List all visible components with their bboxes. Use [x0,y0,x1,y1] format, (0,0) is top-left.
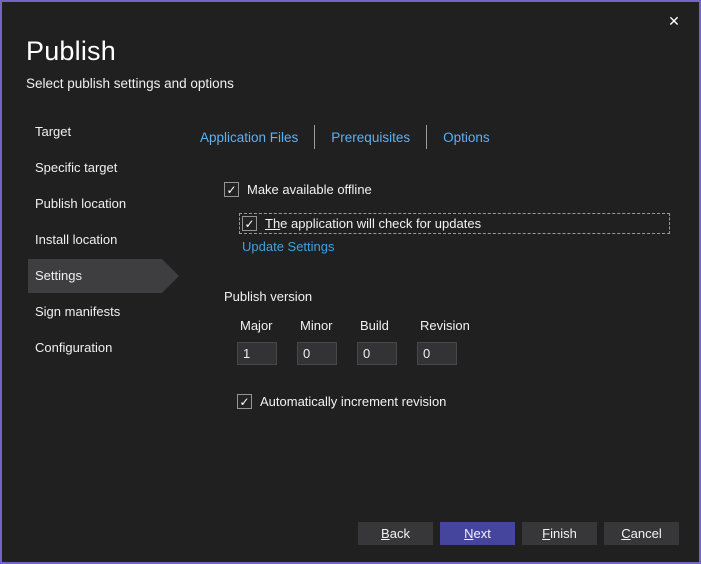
sidebar-item-label: Specific target [35,160,117,175]
close-icon: ✕ [668,13,680,30]
auto-increment-label: Automatically increment revision [260,394,446,409]
tab-options[interactable]: Options [441,130,492,145]
tab-separator [314,125,315,149]
wizard-sidebar: Target Specific target Publish location … [2,114,192,366]
major-input[interactable] [237,342,277,365]
sidebar-item-label: Publish location [35,196,126,211]
major-header: Major [237,318,297,333]
sidebar-item-label: Sign manifests [35,304,120,319]
sidebar-item-specific-target[interactable]: Specific target [2,150,192,186]
version-column-revision: Revision [417,318,477,365]
tab-prerequisites[interactable]: Prerequisites [329,130,412,145]
build-header: Build [357,318,417,333]
settings-tabs: Application Files Prerequisites Options [198,124,681,150]
check-icon: ✓ [239,396,249,408]
check-icon: ✓ [226,184,236,196]
check-for-updates-row[interactable]: ✓ The application will check for updates [239,213,670,234]
sidebar-item-sign-manifests[interactable]: Sign manifests [2,294,192,330]
minor-input[interactable] [297,342,337,365]
publish-dialog: ✕ Publish Select publish settings and op… [0,0,701,564]
revision-input[interactable] [417,342,457,365]
update-settings-link[interactable]: Update Settings [242,239,335,254]
revision-header: Revision [417,318,477,333]
sidebar-item-label: Install location [35,232,117,247]
close-button[interactable]: ✕ [663,10,685,32]
make-available-offline-row[interactable]: ✓ Make available offline [224,182,372,197]
build-input[interactable] [357,342,397,365]
make-available-offline-checkbox[interactable]: ✓ [224,182,239,197]
minor-header: Minor [297,318,357,333]
back-button[interactable]: Back [358,522,433,545]
publish-version-grid: Major Minor Build Revision [237,318,477,365]
wizard-footer: Back Next Finish Cancel [358,522,679,545]
version-column-major: Major [237,318,297,365]
page-subtitle: Select publish settings and options [26,76,234,91]
check-for-updates-label: The application will check for updates [265,216,481,231]
check-icon: ✓ [244,218,254,230]
publish-version-label: Publish version [224,289,312,304]
cancel-button[interactable]: Cancel [604,522,679,545]
settings-panel: Application Files Prerequisites Options … [198,124,681,150]
sidebar-item-target[interactable]: Target [2,114,192,150]
auto-increment-checkbox[interactable]: ✓ [237,394,252,409]
version-column-build: Build [357,318,417,365]
tab-separator [426,125,427,149]
page-title: Publish [26,36,116,67]
check-for-updates-checkbox[interactable]: ✓ [242,216,257,231]
sidebar-item-settings[interactable]: Settings [2,259,192,293]
auto-increment-row[interactable]: ✓ Automatically increment revision [237,394,446,409]
sidebar-item-label: Configuration [35,340,112,355]
sidebar-item-label: Target [35,124,71,139]
sidebar-item-publish-location[interactable]: Publish location [2,186,192,222]
sidebar-item-install-location[interactable]: Install location [2,222,192,258]
finish-button[interactable]: Finish [522,522,597,545]
version-column-minor: Minor [297,318,357,365]
next-button[interactable]: Next [440,522,515,545]
make-available-offline-label: Make available offline [247,182,372,197]
sidebar-item-label: Settings [35,268,82,283]
sidebar-item-configuration[interactable]: Configuration [2,330,192,366]
tab-application-files[interactable]: Application Files [198,130,300,145]
